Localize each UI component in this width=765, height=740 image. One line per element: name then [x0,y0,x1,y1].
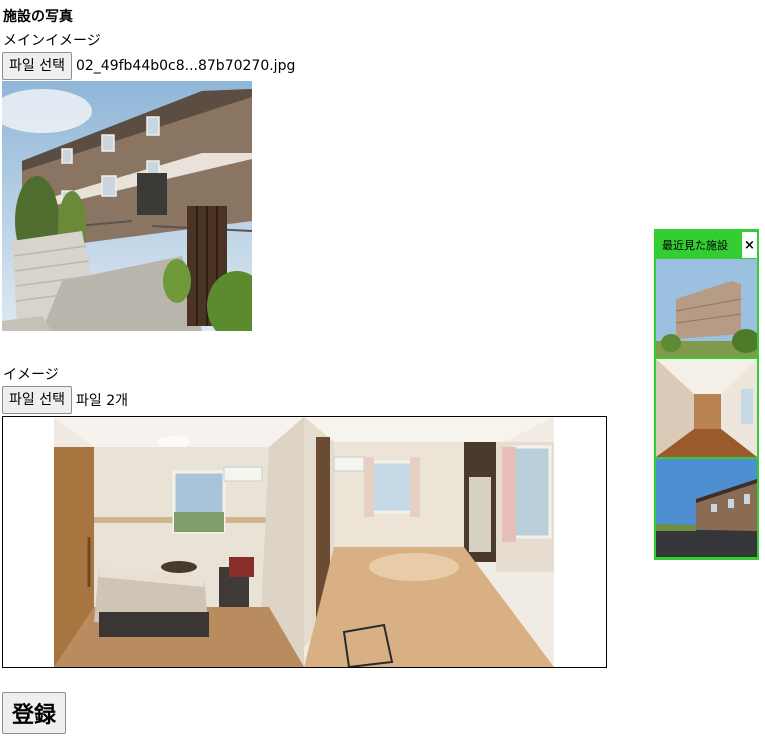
images-preview-area [2,416,607,668]
main-image-file-input: 파일 선택 02_49fb44b0c8...87b70270.jpg [2,52,295,80]
recent-facilities-panel: 最近見た施設 × [654,229,759,560]
images-file-status: 파일 2개 [75,393,128,409]
facility-hallway-photo [656,359,757,457]
main-image-file-name: 02_49fb44b0c8...87b70270.jpg [75,58,296,74]
recent-panel-header: 最近見た施設 × [656,231,757,259]
room-photo-1 [54,417,304,667]
facility-building-photo [656,259,757,357]
recent-facility-thumb-3[interactable] [656,459,757,557]
bedroom-photo [54,417,304,667]
close-icon[interactable]: × [742,232,757,258]
submit-button[interactable]: 登録 [2,692,66,734]
recent-facility-thumb-1[interactable] [656,259,757,357]
recent-facility-thumb-2[interactable] [656,359,757,457]
building-exterior-photo [2,81,252,331]
main-image-file-button[interactable]: 파일 선택 [2,52,72,80]
room-photo-2 [304,417,554,667]
facility-exterior-photo [656,459,757,557]
section-title: 施設の写真 [3,9,73,25]
main-image-label: メインイメージ [3,33,101,49]
images-file-input: 파일 선택 파일 2개 [2,386,128,414]
images-file-button[interactable]: 파일 선택 [2,386,72,414]
empty-room-photo [304,417,554,667]
images-label: イメージ [3,367,59,383]
main-image-preview [2,81,252,331]
recent-panel-title: 最近見た施設 [662,239,728,252]
